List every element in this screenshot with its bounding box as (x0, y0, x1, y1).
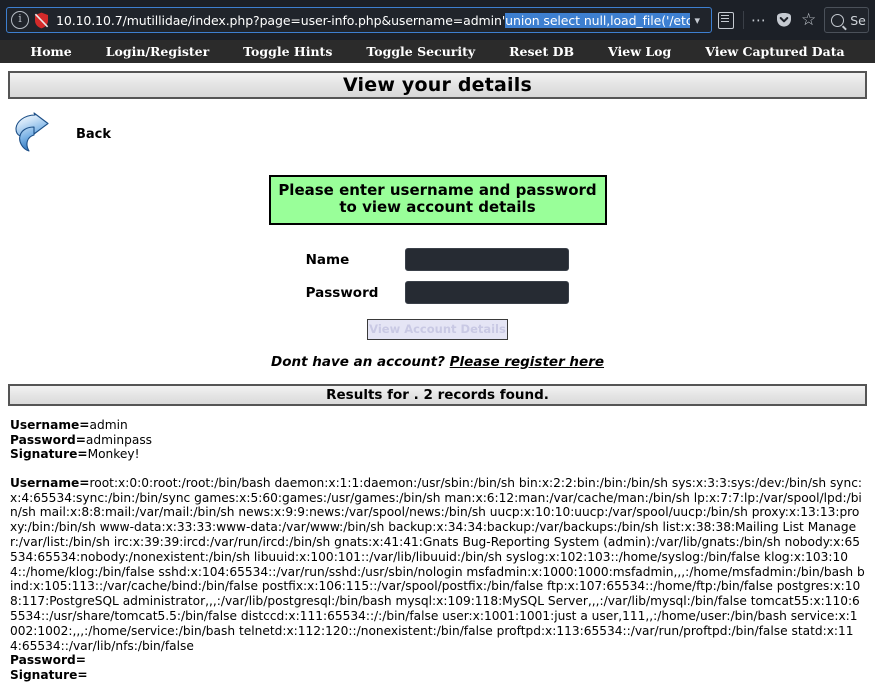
search-icon (831, 13, 845, 27)
pocket-icon[interactable] (776, 12, 792, 28)
record-2-password-key: Password= (10, 653, 86, 668)
page-title: View your details (342, 74, 532, 96)
reader-view-icon[interactable] (718, 11, 734, 29)
view-account-details-button[interactable]: View Account Details (367, 319, 508, 340)
back-link[interactable]: Back (12, 111, 875, 157)
tracking-shield-icon[interactable] (34, 12, 49, 29)
record-2-signature-key: Signature= (10, 667, 88, 682)
name-input[interactable] (405, 248, 570, 271)
results-header-text: Results for . 2 records found. (326, 387, 549, 403)
nav-item-home[interactable]: Home (30, 44, 71, 59)
result-record-2: Username=root:x:0:0:root:/root:/bin/bash… (10, 476, 865, 683)
register-prompt-line: Dont have an account? Please register he… (271, 354, 604, 370)
record-1-username-key: Username= (10, 418, 90, 432)
password-label: Password (305, 284, 379, 301)
chevron-down-icon[interactable]: ▾ (694, 14, 700, 27)
credentials-table: Name Password (305, 239, 571, 313)
back-label: Back (76, 126, 112, 142)
register-link[interactable]: Please register here (450, 354, 604, 370)
record-2-username-value: root:x:0:0:root:/root:/bin/bash daemon:x… (10, 475, 865, 653)
login-form: Please enter username and password to vi… (0, 175, 875, 370)
nav-item-reset-db[interactable]: Reset DB (509, 44, 574, 59)
url-selected-payload: union select null,load_file('/etc/passwd… (505, 12, 691, 28)
pocket-glyph (777, 13, 791, 27)
site-info-icon[interactable]: i (11, 11, 29, 29)
back-arrow-icon (12, 111, 64, 157)
search-placeholder: Se (850, 12, 866, 28)
browser-toolbar: i 10.10.10.7/mutillidae/index.php?page=u… (0, 0, 875, 40)
page-title-bar: View your details (8, 71, 867, 99)
site-navigation: Home Login/Register Toggle Hints Toggle … (0, 40, 875, 63)
bookmark-star-icon[interactable]: ☆ (801, 10, 816, 30)
password-input[interactable] (405, 281, 570, 304)
name-label: Name (305, 251, 350, 268)
password-row: Password (305, 280, 571, 305)
results-header-bar: Results for . 2 records found. (8, 384, 867, 406)
name-row: Name (305, 247, 571, 272)
record-2-username-key: Username= (10, 475, 90, 490)
nav-item-view-log[interactable]: View Log (608, 44, 671, 59)
register-prompt-text: Dont have an account? (270, 354, 445, 370)
record-1-signature-value: Monkey! (87, 447, 140, 462)
banner-line-1: Please enter username and password (278, 181, 597, 199)
url-text[interactable]: 10.10.10.7/mutillidae/index.php?page=use… (56, 12, 691, 28)
record-1-username-value: admin (89, 418, 128, 432)
back-arrow-glyph (15, 112, 49, 152)
url-prefix: 10.10.10.7/mutillidae/index.php?page=use… (56, 12, 506, 28)
record-1-password-key: Password= (10, 432, 86, 447)
page-content: View your details Back Please enter user… (0, 71, 875, 683)
record-1-password-value: adminpass (85, 432, 153, 447)
nav-item-view-captured-data[interactable]: View Captured Data (705, 44, 844, 59)
nav-item-toggle-hints[interactable]: Toggle Hints (243, 44, 332, 59)
nav-item-toggle-security[interactable]: Toggle Security (366, 44, 475, 59)
toolbar-divider (743, 11, 744, 29)
banner-line-2: to view account details (339, 198, 536, 216)
form-instructions-banner: Please enter username and password to vi… (268, 175, 607, 225)
record-1-signature-key: Signature= (10, 447, 88, 462)
address-bar[interactable]: i 10.10.10.7/mutillidae/index.php?page=u… (6, 7, 712, 33)
nav-item-login-register[interactable]: Login/Register (106, 44, 209, 59)
result-record-1: Username=admin Password=adminpass Signat… (10, 418, 865, 462)
page-actions-icon[interactable]: ⋯ (751, 11, 767, 29)
search-bar[interactable]: Se (824, 7, 869, 33)
shield-glyph (34, 12, 49, 28)
